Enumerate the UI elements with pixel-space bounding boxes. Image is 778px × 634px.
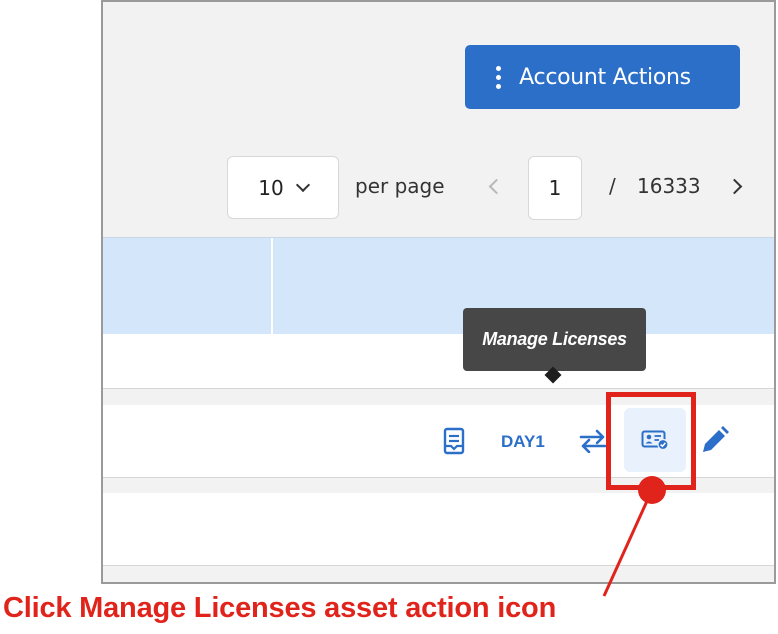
account-actions-button[interactable]: Account Actions [465,45,740,109]
document-icon[interactable] [443,427,465,460]
table-row [103,493,774,566]
table-row [103,334,774,389]
column-divider [271,238,273,335]
tooltip-text: Manage Licenses [482,329,627,349]
chevron-down-icon [295,177,310,192]
previous-page-button[interactable] [487,176,505,200]
manage-licenses-tooltip: Manage Licenses [463,308,646,371]
next-page-button[interactable] [726,176,745,200]
day1-link[interactable]: DAY1 [501,432,545,452]
per-page-select[interactable]: 10 [227,156,339,219]
kebab-icon [496,65,502,89]
swap-arrows-icon[interactable] [579,429,607,458]
per-page-label: per page [355,174,445,198]
app-frame: Account Actions 10 per page / 16333 DAY1 [101,0,776,584]
chevron-left-icon [488,178,505,195]
per-page-value: 10 [258,175,284,200]
pencil-icon[interactable] [698,425,730,462]
account-actions-label: Account Actions [519,64,691,90]
current-page-input[interactable] [528,156,582,220]
table-header [103,237,774,335]
instruction-caption: Click Manage Licenses asset action icon [3,592,557,624]
callout-dot [638,476,666,504]
chevron-right-icon [726,178,743,195]
page-separator: / [609,174,616,198]
total-pages: 16333 [637,174,701,198]
